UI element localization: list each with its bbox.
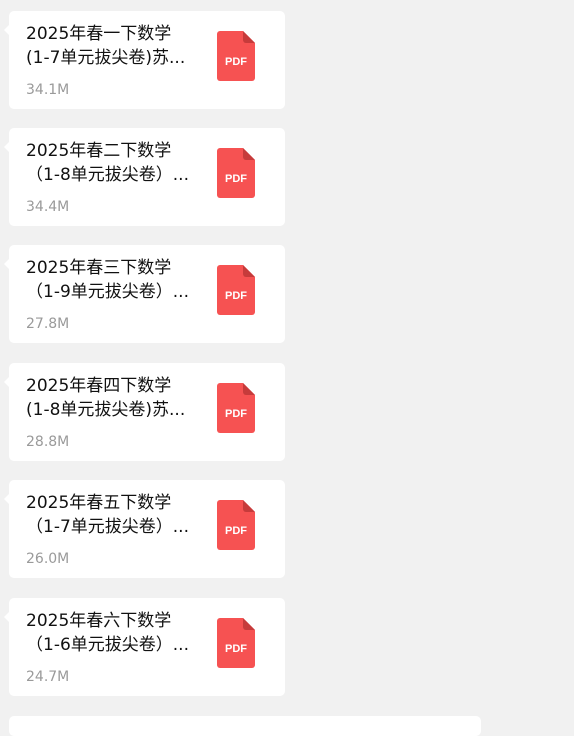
pdf-file-icon: PDF (217, 31, 255, 81)
file-name: 2025年春三下数学 （1-9单元拔尖卷）... (26, 258, 189, 302)
pdf-icon-label: PDF (225, 525, 247, 537)
pdf-icon-label: PDF (225, 173, 247, 185)
pdf-file-icon: PDF (217, 265, 255, 315)
file-size: 24.7M (26, 669, 70, 685)
pdf-icon-label: PDF (225, 56, 247, 68)
next-message-card[interactable] (9, 716, 481, 736)
file-size: 27.8M (26, 316, 70, 332)
pdf-icon-label: PDF (225, 643, 247, 655)
pdf-icon-label: PDF (225, 408, 247, 420)
file-size: 34.1M (26, 82, 70, 98)
pdf-icon-label: PDF (225, 290, 247, 302)
file-name: 2025年春二下数学 （1-8单元拔尖卷）... (26, 141, 189, 185)
file-name: 2025年春一下数学 (1-7单元拔尖卷)苏... (26, 24, 186, 68)
file-message-card[interactable]: 2025年春六下数学 （1-6单元拔尖卷）... 24.7M PDF (4, 598, 285, 696)
chat-message-list: 2025年春一下数学 (1-7单元拔尖卷)苏... 34.1M PDF 2025… (0, 0, 574, 736)
file-message-card[interactable]: 2025年春三下数学 （1-9单元拔尖卷）... 27.8M PDF (4, 245, 285, 343)
pdf-file-icon: PDF (217, 148, 255, 198)
file-message-card[interactable]: 2025年春一下数学 (1-7单元拔尖卷)苏... 34.1M PDF (4, 11, 285, 109)
pdf-file-icon: PDF (217, 500, 255, 550)
pdf-file-icon: PDF (217, 383, 255, 433)
file-message-card[interactable]: 2025年春四下数学 (1-8单元拔尖卷)苏... 28.8M PDF (4, 363, 285, 461)
pdf-file-icon: PDF (217, 618, 255, 668)
file-message-card[interactable]: 2025年春五下数学 （1-7单元拔尖卷）... 26.0M PDF (4, 480, 285, 578)
file-size: 26.0M (26, 551, 70, 567)
file-size: 28.8M (26, 434, 70, 450)
file-name: 2025年春五下数学 （1-7单元拔尖卷）... (26, 493, 189, 537)
file-size: 34.4M (26, 199, 70, 215)
file-name: 2025年春六下数学 （1-6单元拔尖卷）... (26, 611, 189, 655)
file-name: 2025年春四下数学 (1-8单元拔尖卷)苏... (26, 376, 186, 420)
file-message-card[interactable]: 2025年春二下数学 （1-8单元拔尖卷）... 34.4M PDF (4, 128, 285, 226)
